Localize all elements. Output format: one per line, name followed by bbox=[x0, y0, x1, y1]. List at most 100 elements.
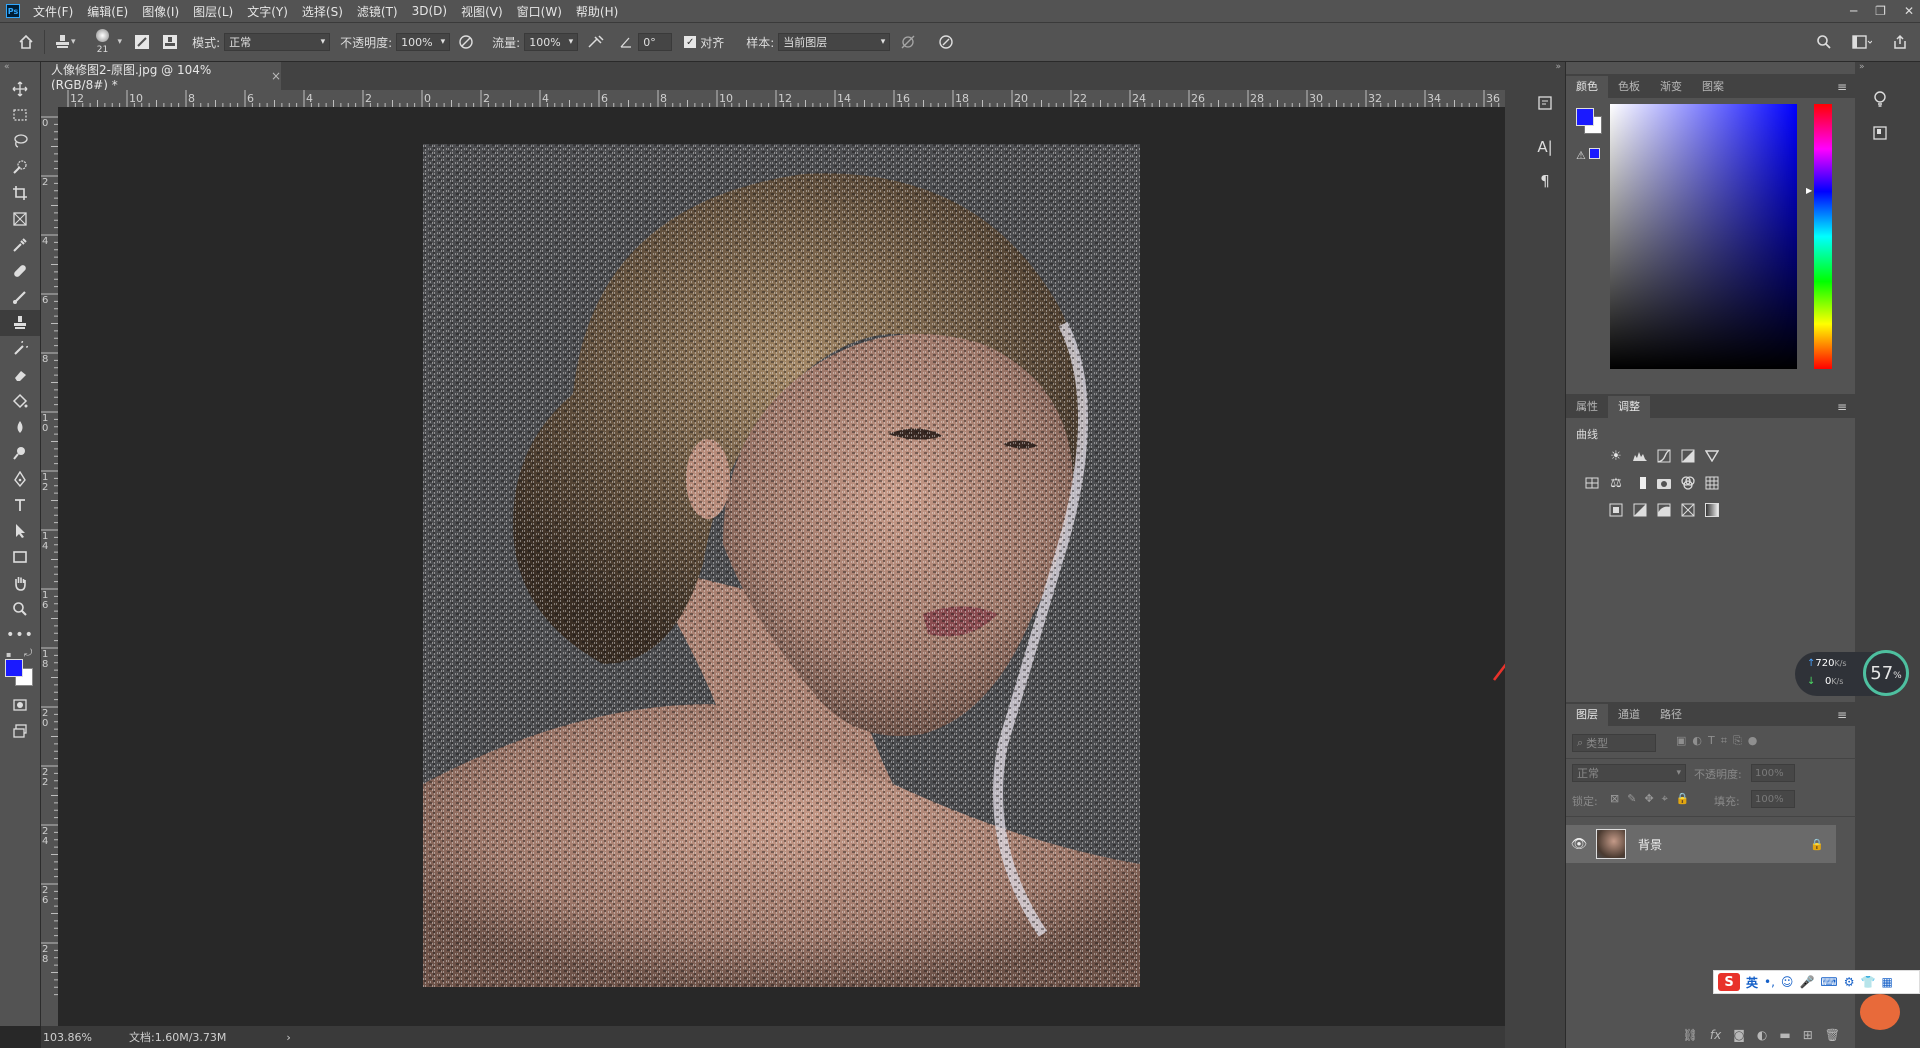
ime-emoji-icon[interactable]: ☺ bbox=[1781, 975, 1794, 989]
crop-tool-icon[interactable] bbox=[0, 180, 40, 206]
marquee-tool-icon[interactable] bbox=[0, 102, 40, 128]
history-brush-tool-icon[interactable] bbox=[0, 336, 40, 362]
learn-panel-icon[interactable] bbox=[1855, 82, 1905, 116]
blur-tool-icon[interactable] bbox=[0, 414, 40, 440]
sample-select[interactable]: 当前图层 ▾ bbox=[778, 33, 891, 51]
gradient-map-icon[interactable] bbox=[1702, 500, 1722, 520]
search-icon[interactable] bbox=[1812, 30, 1836, 54]
foreground-color-chip[interactable] bbox=[1576, 108, 1594, 126]
type-tool-icon[interactable] bbox=[0, 492, 40, 518]
hand-tool-icon[interactable] bbox=[0, 570, 40, 596]
document-tab[interactable]: 人像修图2-原图.jpg @ 104%(RGB/8#) * × bbox=[41, 62, 281, 92]
more-tools-icon[interactable]: ••• bbox=[0, 622, 40, 648]
menu-edit[interactable]: 编辑(E) bbox=[80, 3, 135, 20]
layer-name[interactable]: 背景 bbox=[1638, 836, 1662, 853]
ime-logo-icon[interactable]: S bbox=[1718, 973, 1740, 991]
minimize-button[interactable]: ─ bbox=[1850, 4, 1857, 18]
paragraph-panel-icon[interactable]: ¶ bbox=[1525, 164, 1565, 198]
lock-image-icon[interactable]: ✎ bbox=[1627, 792, 1636, 806]
delete-layer-icon[interactable]: 🗑 bbox=[1825, 1028, 1840, 1042]
character-panel-icon[interactable]: A| bbox=[1525, 130, 1565, 164]
healing-brush-tool-icon[interactable] bbox=[0, 258, 40, 284]
layer-opacity-field[interactable]: 100% bbox=[1751, 764, 1795, 782]
hue-slider[interactable] bbox=[1814, 104, 1832, 369]
close-window-button[interactable]: ✕ bbox=[1904, 4, 1914, 18]
pressure-size-icon[interactable] bbox=[934, 30, 958, 54]
libraries-panel-icon[interactable] bbox=[1855, 116, 1905, 150]
network-speed-widget[interactable]: ↑720K/s ↓ 0K/s 57% bbox=[1795, 650, 1909, 696]
eraser-tool-icon[interactable] bbox=[0, 362, 40, 388]
tab-swatches[interactable]: 色板 bbox=[1608, 76, 1650, 98]
fill-field[interactable]: 100% bbox=[1751, 790, 1795, 808]
exposure-icon[interactable] bbox=[1678, 446, 1698, 466]
zoom-level[interactable]: 103.86% bbox=[43, 1031, 103, 1044]
restore-button[interactable]: ❐ bbox=[1875, 4, 1886, 18]
selective-color-icon[interactable] bbox=[1678, 500, 1698, 520]
lock-all-icon[interactable]: 🔒 bbox=[1676, 792, 1690, 806]
menu-file[interactable]: 文件(F) bbox=[26, 3, 80, 20]
canvas-area[interactable] bbox=[58, 107, 1505, 1026]
ime-menu-icon[interactable]: ▦ bbox=[1881, 975, 1892, 989]
dodge-tool-icon[interactable] bbox=[0, 440, 40, 466]
ime-skin-icon[interactable]: 👕 bbox=[1860, 975, 1875, 989]
menu-filter[interactable]: 滤镜(T) bbox=[350, 3, 405, 20]
ime-toolbar[interactable]: S 英 •, ☺ 🎤 ⌨ ⚙ 👕 ▦ bbox=[1713, 970, 1920, 994]
brightness-contrast-icon[interactable]: ☀ bbox=[1606, 446, 1626, 466]
color-balance-icon[interactable]: ⚖ bbox=[1606, 473, 1626, 493]
lock-position-icon[interactable]: ✥ bbox=[1644, 792, 1653, 806]
share-icon[interactable] bbox=[1888, 30, 1912, 54]
assistant-avatar-icon[interactable] bbox=[1860, 994, 1900, 1030]
menu-select[interactable]: 选择(S) bbox=[295, 3, 350, 20]
opacity-field[interactable]: 100% ▾ bbox=[396, 33, 451, 51]
eye-icon[interactable]: 👁 bbox=[1566, 837, 1592, 852]
frame-tool-icon[interactable] bbox=[0, 206, 40, 232]
filter-shape-icon[interactable]: ⌗ bbox=[1721, 734, 1727, 748]
photo-filter-icon[interactable] bbox=[1654, 473, 1674, 493]
panel-menu-icon[interactable]: ≡ bbox=[1837, 76, 1855, 98]
paint-bucket-tool-icon[interactable] bbox=[0, 388, 40, 414]
collapse-dock-icon[interactable]: » bbox=[1855, 62, 1920, 76]
filter-pixel-icon[interactable]: ▣ bbox=[1676, 734, 1686, 748]
clone-source-icon[interactable] bbox=[158, 30, 182, 54]
tab-paths[interactable]: 路径 bbox=[1650, 704, 1692, 726]
filter-adjustment-icon[interactable]: ◐ bbox=[1692, 734, 1702, 748]
chevron-down-icon[interactable]: ▾ bbox=[71, 37, 76, 47]
menu-3d[interactable]: 3D(D) bbox=[405, 4, 454, 18]
tab-channels[interactable]: 通道 bbox=[1608, 704, 1650, 726]
path-selection-tool-icon[interactable] bbox=[0, 518, 40, 544]
close-tab-icon[interactable]: × bbox=[271, 69, 281, 83]
menu-view[interactable]: 视图(V) bbox=[454, 3, 510, 20]
quick-mask-icon[interactable] bbox=[0, 692, 40, 718]
filter-toggle-icon[interactable]: ● bbox=[1748, 734, 1758, 748]
levels-icon[interactable] bbox=[1630, 446, 1650, 466]
align-checkbox[interactable]: ✓ bbox=[684, 36, 697, 48]
tab-layers[interactable]: 图层 bbox=[1566, 704, 1608, 726]
color-lookup-icon[interactable] bbox=[1702, 473, 1722, 493]
link-layers-icon[interactable]: ⛓ bbox=[1683, 1028, 1698, 1042]
new-layer-icon[interactable]: ⊞ bbox=[1803, 1028, 1813, 1042]
menu-type[interactable]: 文字(Y) bbox=[240, 3, 295, 20]
lock-transparent-icon[interactable]: ⊠ bbox=[1610, 792, 1619, 806]
clone-stamp-tool-icon[interactable] bbox=[0, 310, 40, 336]
filter-type-icon[interactable]: T bbox=[1708, 734, 1715, 748]
menu-image[interactable]: 图像(I) bbox=[135, 3, 186, 20]
move-tool-icon[interactable] bbox=[0, 76, 40, 102]
ruler-origin[interactable] bbox=[41, 90, 58, 107]
home-icon[interactable] bbox=[14, 30, 38, 54]
brush-settings-icon[interactable] bbox=[130, 30, 154, 54]
menu-window[interactable]: 窗口(W) bbox=[510, 3, 569, 20]
status-menu-arrow[interactable]: › bbox=[286, 1031, 290, 1044]
new-adjustment-layer-icon[interactable]: ◐ bbox=[1757, 1028, 1767, 1042]
horizontal-ruler[interactable]: 12 10 8 6 4 2 0 2 4 6 8 10 12 14 16 18 20 22 24 26 28 30 32 34 3… bbox=[58, 90, 1505, 108]
document-canvas[interactable] bbox=[423, 144, 1140, 987]
foreground-color-swatch[interactable] bbox=[5, 659, 23, 677]
color-field[interactable] bbox=[1610, 104, 1797, 369]
tab-gradients[interactable]: 渐变 bbox=[1650, 76, 1692, 98]
hue-saturation-icon[interactable] bbox=[1582, 473, 1602, 493]
brush-tool-icon[interactable] bbox=[0, 284, 40, 310]
ime-punctuation-icon[interactable]: •, bbox=[1764, 975, 1775, 989]
gamut-warning-icon[interactable]: ⚠ bbox=[1576, 148, 1600, 162]
mode-select[interactable]: 正常 ▾ bbox=[224, 33, 331, 51]
chevron-down-icon[interactable]: ▾ bbox=[118, 37, 123, 47]
panel-menu-icon[interactable]: ≡ bbox=[1837, 704, 1855, 726]
